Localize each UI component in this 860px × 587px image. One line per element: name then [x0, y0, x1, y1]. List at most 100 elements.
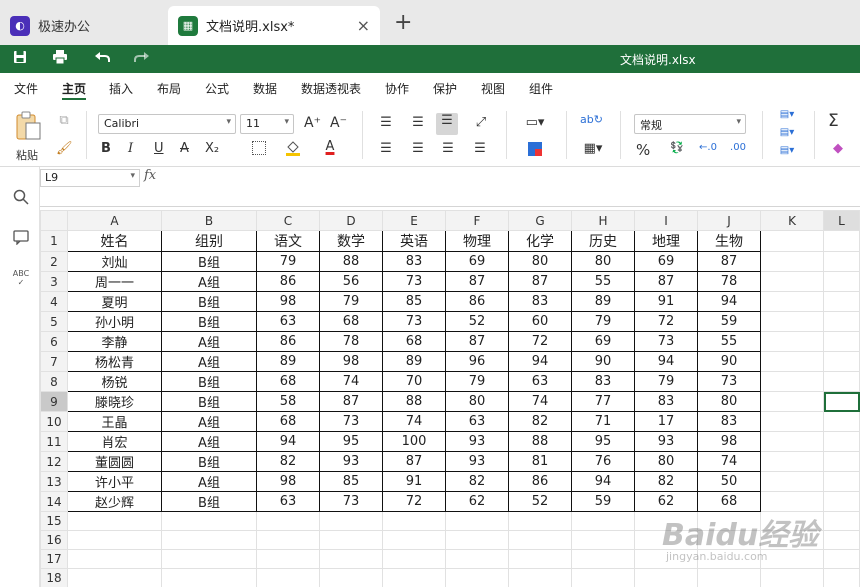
cell[interactable]: 63	[256, 311, 320, 332]
cell[interactable]: 杨锐	[67, 371, 162, 392]
autosum-button[interactable]: Σ	[828, 111, 839, 131]
cell[interactable]: 82	[445, 471, 509, 492]
cell[interactable]: 滕晓珍	[67, 391, 162, 412]
borders-icon[interactable]	[252, 141, 266, 155]
cell[interactable]: 77	[571, 391, 635, 412]
cell[interactable]: 72	[382, 491, 446, 512]
underline-button[interactable]: U	[154, 141, 164, 156]
row-header[interactable]: 2	[40, 251, 68, 272]
cell[interactable]: 73	[319, 411, 383, 432]
cell[interactable]	[67, 549, 162, 569]
cell[interactable]: 86	[256, 331, 320, 352]
cell[interactable]	[382, 568, 446, 587]
cell[interactable]	[161, 549, 257, 569]
cell[interactable]	[823, 549, 860, 569]
cell[interactable]: B组	[161, 291, 257, 312]
column-header-b[interactable]: B	[161, 210, 257, 231]
cell[interactable]	[67, 511, 162, 531]
save-icon[interactable]	[10, 50, 30, 68]
cell[interactable]	[319, 549, 383, 569]
cell[interactable]	[161, 530, 257, 550]
wrap-text-icon[interactable]: ▭▾	[522, 115, 548, 130]
cell[interactable]: 52	[508, 491, 572, 512]
cell[interactable]: 98	[319, 351, 383, 372]
cell[interactable]: 68	[382, 331, 446, 352]
cell[interactable]	[823, 411, 860, 432]
cell[interactable]: 98	[697, 431, 761, 452]
cell[interactable]	[823, 351, 860, 372]
cell[interactable]: 89	[256, 351, 320, 372]
font-name-select[interactable]: Calibri ▾	[98, 114, 236, 134]
cell[interactable]: 86	[445, 291, 509, 312]
cell[interactable]: 80	[634, 451, 698, 472]
column-header-l[interactable]: L	[823, 210, 860, 231]
cell[interactable]: 86	[508, 471, 572, 492]
cell[interactable]: 89	[571, 291, 635, 312]
cell[interactable]: 87	[445, 271, 509, 292]
cell[interactable]: 73	[319, 491, 383, 512]
row-header[interactable]: 9	[40, 391, 68, 412]
cell[interactable]: 52	[445, 311, 509, 332]
cell[interactable]	[382, 530, 446, 550]
cell[interactable]	[571, 511, 635, 531]
cell[interactable]	[823, 331, 860, 352]
cell[interactable]: B组	[161, 251, 257, 272]
cell[interactable]: 63	[445, 411, 509, 432]
cell[interactable]	[823, 251, 860, 272]
font-size-select[interactable]: 11 ▾	[240, 114, 294, 134]
cell[interactable]: 89	[382, 351, 446, 372]
cell[interactable]: 79	[319, 291, 383, 312]
row-header[interactable]: 14	[40, 491, 68, 512]
menu-data[interactable]: 数据	[253, 80, 277, 97]
cell[interactable]: 90	[697, 351, 761, 372]
cell[interactable]	[697, 568, 761, 587]
menu-protect[interactable]: 保护	[433, 80, 457, 97]
cell[interactable]: 83	[697, 411, 761, 432]
cell[interactable]: 56	[319, 271, 383, 292]
strikethrough-button[interactable]: A	[180, 141, 189, 156]
percent-button[interactable]: %	[636, 141, 650, 159]
cell[interactable]	[760, 271, 824, 292]
print-icon[interactable]	[50, 50, 70, 68]
row-header[interactable]: 18	[40, 568, 68, 587]
cell[interactable]	[382, 511, 446, 531]
cell[interactable]: 79	[571, 311, 635, 332]
cell[interactable]: 100	[382, 431, 446, 452]
cell[interactable]	[161, 511, 257, 531]
row-header[interactable]: 7	[40, 351, 68, 372]
cell[interactable]: 81	[508, 451, 572, 472]
cell[interactable]: 王晶	[67, 411, 162, 432]
cell[interactable]: 生物	[697, 230, 761, 252]
cell[interactable]: 91	[382, 471, 446, 492]
cell[interactable]: 93	[634, 431, 698, 452]
menu-layout[interactable]: 布局	[157, 80, 181, 97]
name-box[interactable]: L9 ▾	[40, 169, 140, 187]
cell[interactable]	[823, 431, 860, 452]
cell[interactable]	[571, 530, 635, 550]
cell[interactable]: 87	[697, 251, 761, 272]
cell[interactable]	[508, 511, 572, 531]
italic-button[interactable]: I	[128, 141, 133, 156]
cell[interactable]: 赵少辉	[67, 491, 162, 512]
cell[interactable]: 88	[508, 431, 572, 452]
cell[interactable]: 孙小明	[67, 311, 162, 332]
subscript-button[interactable]: X₂	[205, 141, 219, 156]
cell[interactable]: 55	[697, 331, 761, 352]
cell[interactable]: 82	[634, 471, 698, 492]
increase-decimal-icon[interactable]: .00	[728, 142, 748, 153]
cell[interactable]: 肖宏	[67, 431, 162, 452]
undo-icon[interactable]	[92, 50, 112, 68]
cell[interactable]: 93	[445, 451, 509, 472]
grow-font-button[interactable]: A⁺	[304, 115, 321, 131]
menu-components[interactable]: 组件	[529, 80, 553, 97]
cell[interactable]: A组	[161, 411, 257, 432]
column-header-j[interactable]: J	[697, 210, 761, 231]
tab-document[interactable]: ▦ 文档说明.xlsx* ×	[168, 6, 380, 45]
decrease-decimal-icon[interactable]: ←.0	[698, 142, 718, 153]
tab-home[interactable]: ◐ 极速办公	[0, 6, 163, 45]
cell[interactable]: 86	[256, 271, 320, 292]
cell[interactable]: 68	[697, 491, 761, 512]
cell[interactable]	[319, 511, 383, 531]
cell[interactable]: 姓名	[67, 230, 162, 252]
cell[interactable]: 76	[571, 451, 635, 472]
